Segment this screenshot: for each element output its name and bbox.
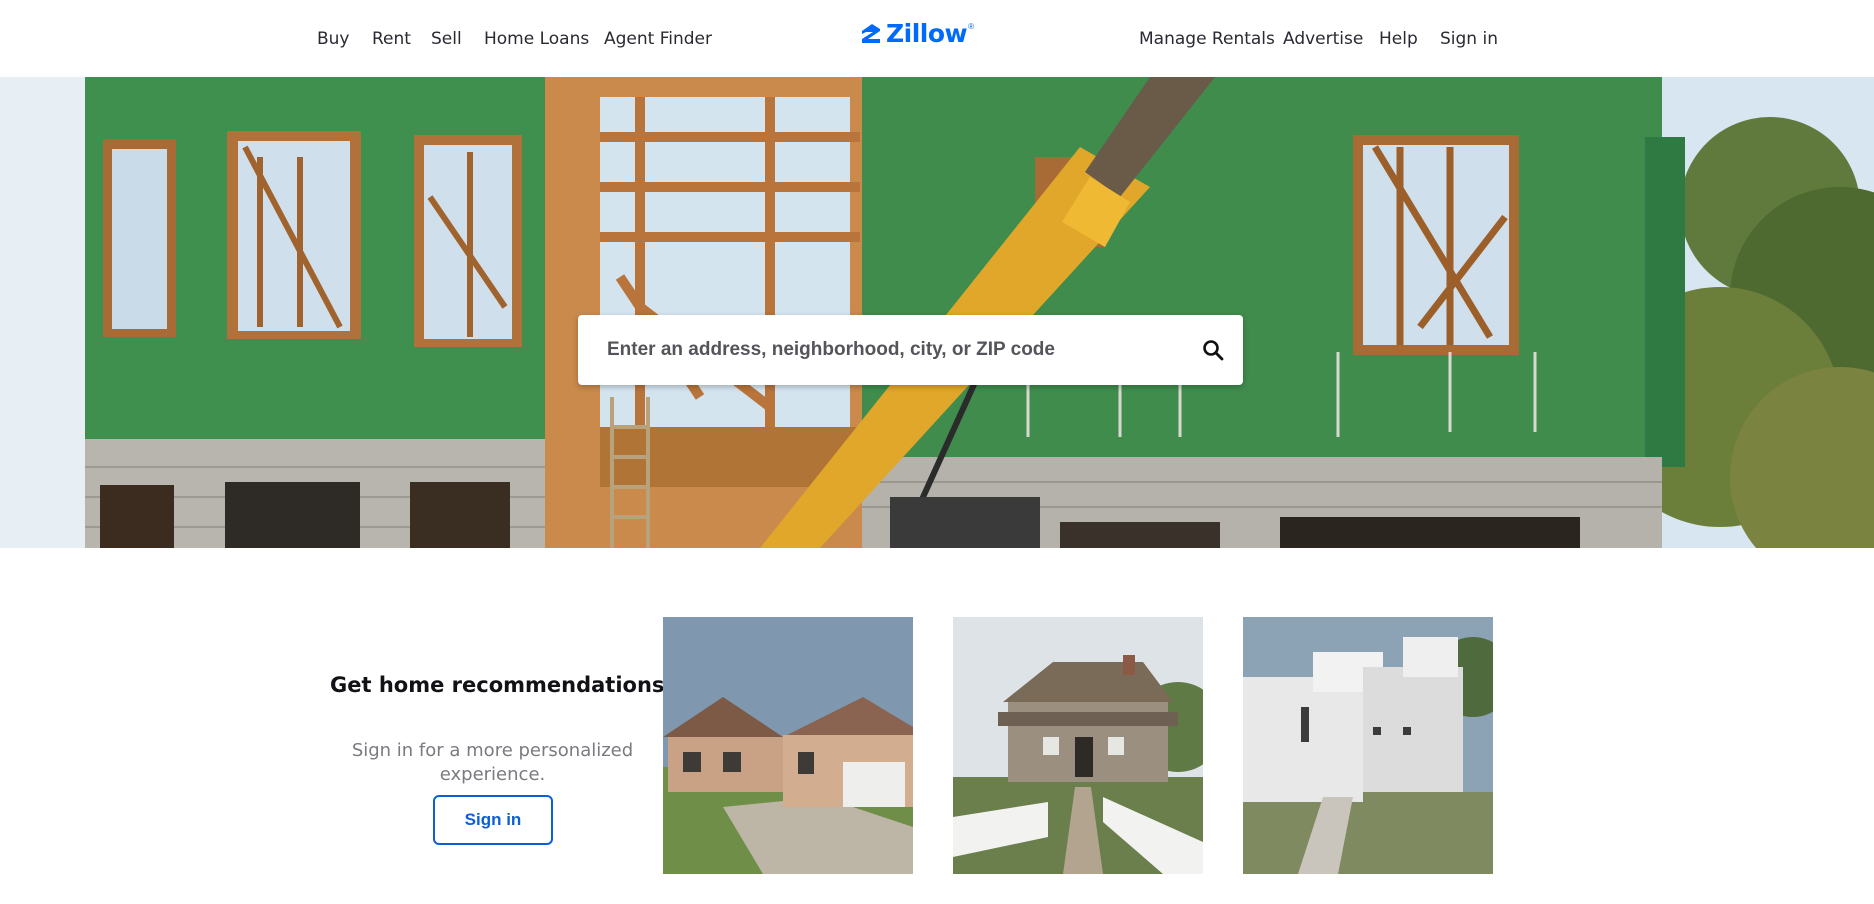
hero-banner — [0, 77, 1874, 548]
recommendation-card-suburban-house[interactable] — [663, 617, 913, 874]
top-navigation: Buy Rent Sell Home Loans Agent Finder Zi… — [0, 0, 1874, 77]
wooden-cabin-image — [953, 617, 1203, 874]
nav-sign-in-link[interactable]: Sign in — [1440, 29, 1498, 49]
recommendations-title: Get home recommendations — [330, 673, 665, 697]
recommendation-card-modern-house[interactable] — [1243, 617, 1493, 874]
search-bar — [578, 315, 1243, 385]
nav-sell-link[interactable]: Sell — [431, 29, 462, 49]
nav-help-link[interactable]: Help — [1379, 29, 1418, 49]
logo-wordmark: Zillow — [886, 18, 968, 48]
recommendation-card-wooden-cabin[interactable] — [953, 617, 1203, 874]
zillow-logo[interactable]: Zillow ® — [860, 18, 974, 48]
hero-construction-image — [0, 77, 1874, 548]
recommendations-sign-in-button[interactable]: Sign in — [433, 795, 553, 845]
recommendations-subtitle: Sign in for a more personalized experien… — [351, 740, 634, 785]
white-modern-house-image — [1243, 617, 1493, 874]
nav-advertise-link[interactable]: Advertise — [1283, 29, 1363, 49]
suburban-house-image — [663, 617, 913, 874]
zillow-logo-icon — [862, 24, 880, 43]
nav-agent-finder-link[interactable]: Agent Finder — [604, 29, 712, 49]
nav-rent-link[interactable]: Rent — [372, 29, 411, 49]
nav-buy-link[interactable]: Buy — [317, 29, 350, 49]
nav-home-loans-link[interactable]: Home Loans — [484, 29, 589, 49]
search-input[interactable] — [607, 315, 1167, 385]
search-icon[interactable] — [1201, 338, 1225, 362]
logo-registered-mark: ® — [968, 22, 975, 31]
nav-manage-rentals-link[interactable]: Manage Rentals — [1139, 29, 1275, 49]
